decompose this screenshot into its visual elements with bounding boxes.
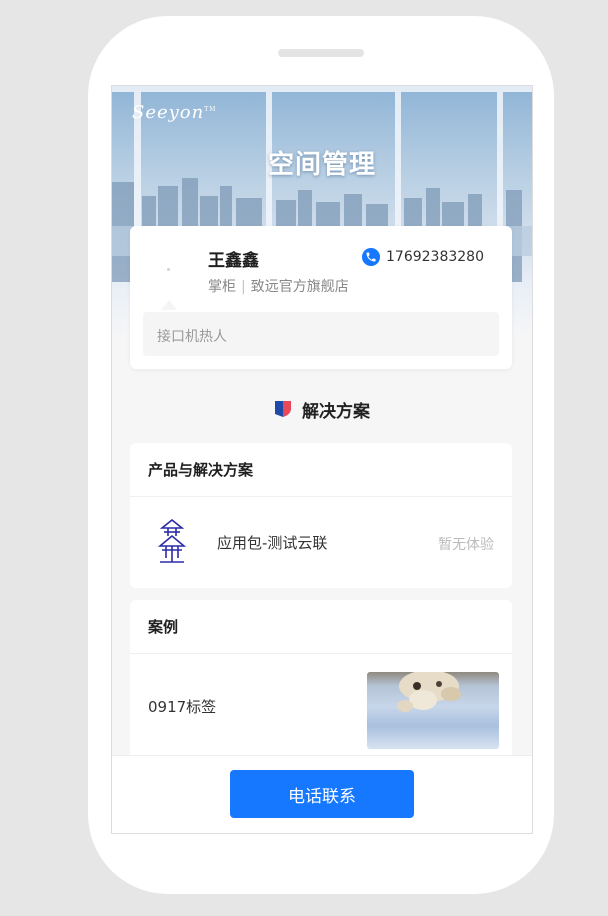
robot-message-box: 接口机热人 xyxy=(143,312,499,356)
section-title: 解决方案 xyxy=(302,401,370,422)
phone-icon xyxy=(362,248,381,266)
app-status: 暂无体验 xyxy=(438,537,494,553)
solutions-section-header: 解决方案 xyxy=(112,396,532,422)
phone-screen: SeeyonTM 空间管理 王鑫鑫 17692383280 掌柜 | 致远官方旗舰店 xyxy=(111,85,533,834)
profile-subtitle: 掌柜 | 致远官方旗舰店 xyxy=(208,276,349,296)
bottom-action-bar: 电话联系 xyxy=(112,755,532,833)
shield-flag-icon xyxy=(275,401,291,417)
phone-link[interactable]: 17692383280 xyxy=(362,248,484,266)
card-divider xyxy=(130,496,512,497)
products-card-title: 产品与解决方案 xyxy=(148,461,254,479)
subtitle-separator: | xyxy=(241,279,246,295)
case-image xyxy=(397,672,461,712)
avatar-placeholder-dot xyxy=(167,268,170,271)
phone-number: 17692383280 xyxy=(386,249,484,265)
products-card: 产品与解决方案 应用包-测试云联 暂无体验 xyxy=(130,443,512,588)
pagoda-app-icon xyxy=(158,518,186,563)
call-button[interactable]: 电话联系 xyxy=(230,770,414,818)
seeyon-logo: SeeyonTM xyxy=(132,102,217,123)
case-card-title: 案例 xyxy=(148,618,179,636)
avatar xyxy=(148,244,188,284)
case-thumbnail[interactable] xyxy=(367,672,499,749)
card-divider xyxy=(130,653,512,654)
profile-role: 掌柜 xyxy=(208,279,236,295)
profile-card: 王鑫鑫 17692383280 掌柜 | 致远官方旗舰店 接口机热人 xyxy=(130,226,512,369)
speech-pointer xyxy=(161,300,177,310)
phone-frame: SeeyonTM 空间管理 王鑫鑫 17692383280 掌柜 | 致远官方旗舰店 xyxy=(88,16,554,894)
profile-store: 致远官方旗舰店 xyxy=(250,279,349,295)
page-title: 空间管理 xyxy=(267,150,376,180)
case-label[interactable]: 0917标签 xyxy=(148,696,216,717)
profile-name: 王鑫鑫 xyxy=(208,251,259,271)
app-name[interactable]: 应用包-测试云联 xyxy=(217,532,327,553)
phone-speaker xyxy=(278,49,364,57)
robot-message-text: 接口机热人 xyxy=(157,329,227,345)
